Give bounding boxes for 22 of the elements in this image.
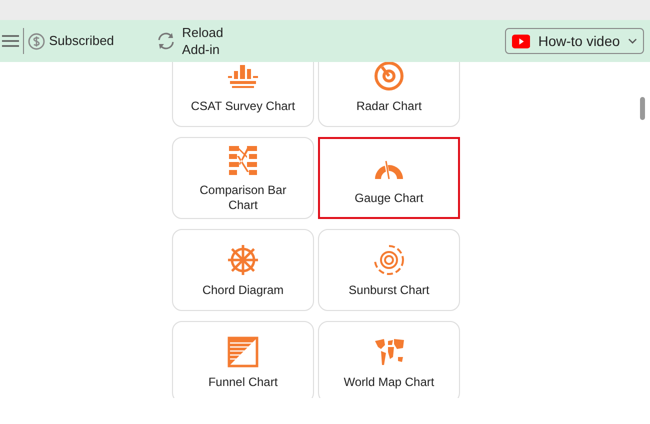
menu-icon[interactable] [2,34,19,48]
play-icon [512,34,530,48]
chart-type-card[interactable]: Radar Chart [318,62,460,127]
funnel-icon [226,334,260,368]
chart-type-card[interactable]: Chord Diagram [172,229,314,311]
wheel-icon [226,242,260,276]
concentric-circles-icon [372,242,406,276]
chart-type-card[interactable]: World Map Chart [318,321,460,398]
caret-icon [628,38,637,44]
scrollbar-thumb[interactable] [640,97,645,120]
target-icon [372,62,406,92]
dollar-icon [28,32,45,50]
how-to-video-dropdown[interactable]: How-to video [505,28,644,54]
chart-type-card[interactable]: Sunburst Chart [318,229,460,311]
chart-type-card[interactable]: Comparison Bar Chart [172,137,314,219]
refresh-icon [156,31,176,51]
chart-type-card[interactable]: Funnel Chart [172,321,314,398]
subscription-status: Subscribed [49,32,114,50]
chart-type-card[interactable]: CSAT Survey Chart [172,62,314,127]
reload-add-in-button[interactable]: Reload Add-in [156,24,228,58]
chart-type-card[interactable]: Gauge Chart [318,137,460,219]
crossing-bars-icon [226,143,260,177]
